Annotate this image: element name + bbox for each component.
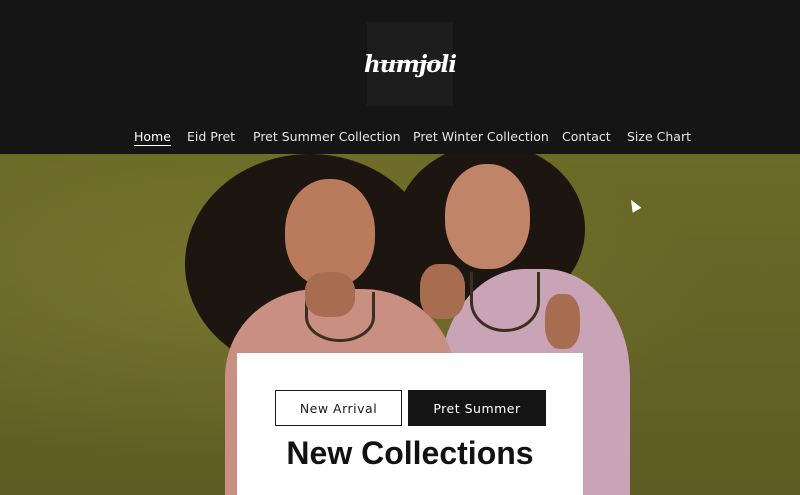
nav-item-home[interactable]: Home — [134, 127, 171, 149]
nav-item-pret-summer-collection[interactable]: Pret Summer Collection — [253, 127, 401, 149]
logo-text: humjoli — [364, 50, 457, 78]
new-arrival-button[interactable]: New Arrival — [275, 390, 402, 426]
hero-card: New Arrival Pret Summer New Collections — [237, 353, 583, 495]
main-nav: Home Eid Pret Pret Summer Collection Pre… — [0, 127, 800, 149]
nav-item-eid-pret[interactable]: Eid Pret — [187, 127, 235, 149]
brand-logo[interactable]: humjoli — [364, 22, 457, 106]
hero-title: New Collections — [286, 435, 534, 471]
site-header: humjoli Home Eid Pret Pret Summer Collec… — [0, 0, 800, 154]
nav-item-pret-winter-collection[interactable]: Pret Winter Collection — [413, 127, 549, 149]
pret-summer-button[interactable]: Pret Summer — [408, 390, 546, 426]
nav-item-contact[interactable]: Contact — [562, 127, 611, 149]
nav-item-size-chart[interactable]: Size Chart — [627, 127, 691, 149]
logo-underline — [379, 62, 443, 63]
